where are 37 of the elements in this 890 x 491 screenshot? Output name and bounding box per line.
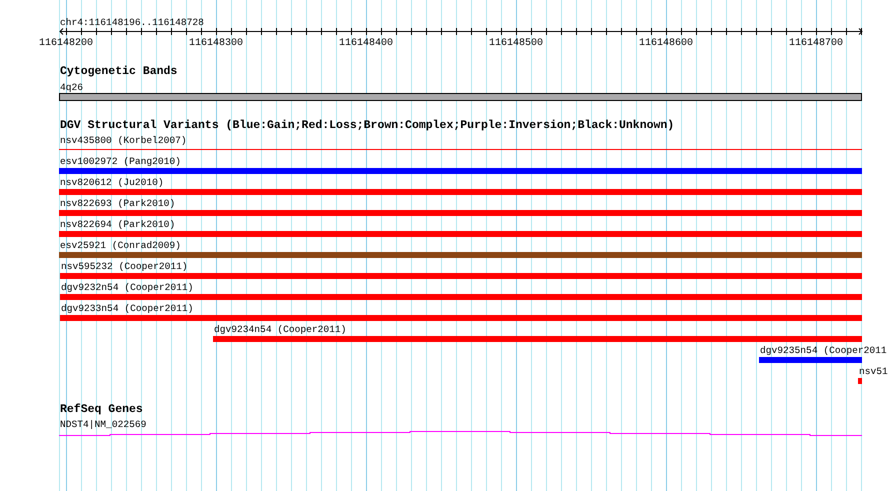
track-title: RefSeq Genes xyxy=(60,403,143,416)
variant-bar[interactable] xyxy=(59,252,862,258)
variant-bar[interactable] xyxy=(60,273,862,279)
gene-model-line[interactable] xyxy=(58,431,862,436)
variant-bar[interactable] xyxy=(59,210,862,216)
variant-bar[interactable] xyxy=(59,231,862,237)
variant-label[interactable]: nsv822694 (Park2010) xyxy=(60,219,176,230)
gene-label[interactable]: NDST4|NM_022569 xyxy=(60,419,146,430)
variant-label[interactable]: dgv9234n54 (Cooper2011) xyxy=(214,324,346,335)
variant-bar[interactable] xyxy=(59,168,862,174)
variant-label[interactable]: esv1002972 (Pang2010) xyxy=(60,156,181,167)
tick-label: 116148700 xyxy=(789,38,843,49)
tick-label: 116148600 xyxy=(639,38,693,49)
variant-label[interactable]: nsv822693 (Park2010) xyxy=(60,198,176,209)
track-title: DGV Structural Variants (Blue:Gain;Red:Loss;Brown:Complex;Purple:Inversion;Black:Unknown) xyxy=(60,119,674,132)
variant-label[interactable]: dgv9232n54 (Cooper2011) xyxy=(61,282,194,293)
tick-label: 116148200 xyxy=(39,38,93,49)
variant-bar[interactable] xyxy=(858,378,862,384)
tick-label: 116148400 xyxy=(339,38,393,49)
region-label: chr4:116148196..116148728 xyxy=(60,17,204,28)
variant-label[interactable]: nsv595232 (Cooper2011) xyxy=(61,261,188,272)
tick-label: 116148300 xyxy=(189,38,243,49)
track-title: Cytogenetic Bands xyxy=(60,65,178,78)
variant-bar[interactable] xyxy=(59,189,862,195)
variant-label[interactable]: nsv820612 (Ju2010) xyxy=(60,177,164,188)
variant-bar[interactable] xyxy=(60,315,862,321)
variant-bar[interactable] xyxy=(213,336,862,342)
variant-bar[interactable] xyxy=(759,357,862,363)
variant-label[interactable]: nsv435800 (Korbel2007) xyxy=(60,135,187,146)
variant-line[interactable] xyxy=(59,149,862,150)
band-label: 4q26 xyxy=(60,82,84,93)
tick-label: 116148500 xyxy=(489,38,543,49)
variant-bar[interactable] xyxy=(60,294,862,300)
variant-label[interactable]: dgv9235n54 (Cooper2011 xyxy=(760,345,887,356)
variant-label[interactable]: esv25921 (Conrad2009) xyxy=(60,240,181,251)
variant-label[interactable]: dgv9233n54 (Cooper2011) xyxy=(61,303,194,314)
variant-label[interactable]: nsv51 xyxy=(859,366,888,377)
